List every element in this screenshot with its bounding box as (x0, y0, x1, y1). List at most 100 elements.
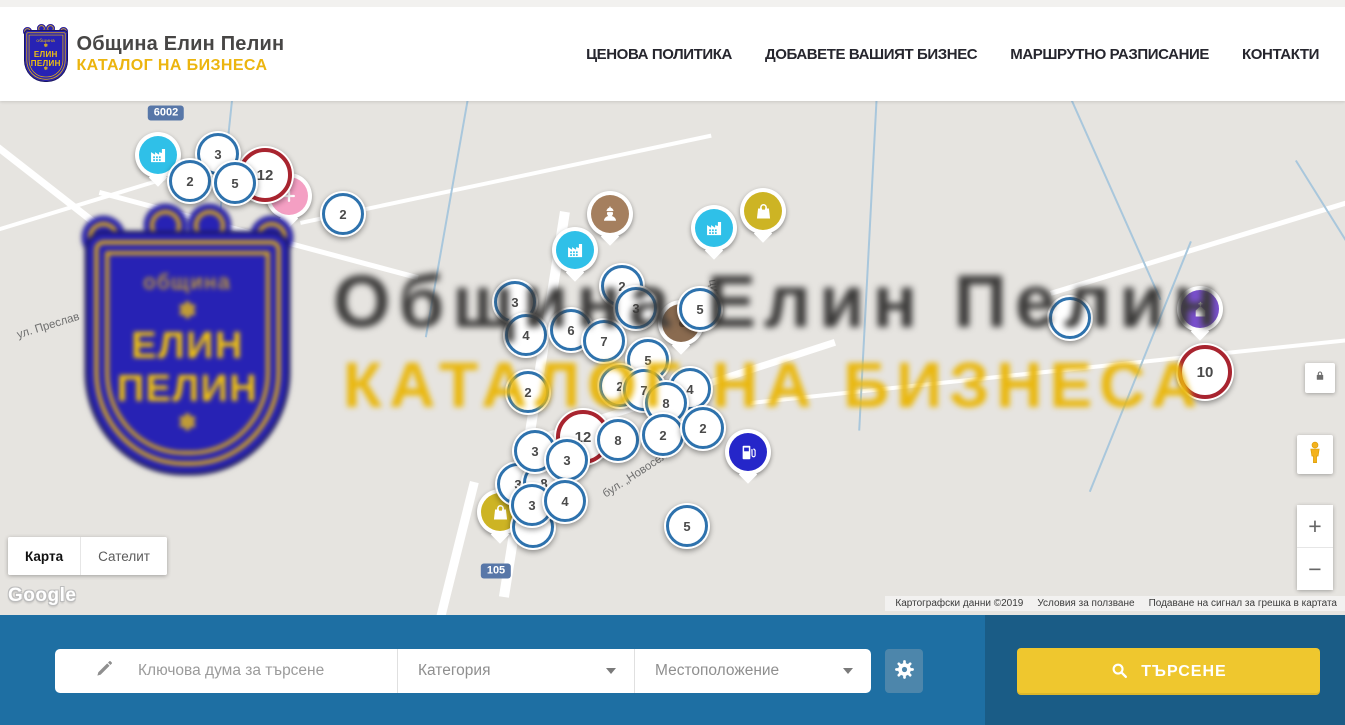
map-cluster-marker[interactable]: 2 (320, 191, 366, 237)
cluster-count: 2 (322, 193, 364, 235)
municipality-crest-logo: община ✽ ЕЛИН ПЕЛИН ✽ (24, 26, 68, 82)
pencil-icon (95, 659, 114, 683)
brand-logo[interactable]: община ✽ ЕЛИН ПЕЛИН ✽ Община Елин Пелин … (24, 26, 284, 82)
cluster-count: 4 (544, 480, 586, 522)
map-pin-fuel[interactable] (725, 429, 771, 475)
site-subtitle: КАТАЛОГ НА БИЗНЕСА (77, 57, 285, 75)
map-pin-shopping-bag[interactable] (740, 188, 786, 234)
pegman-icon (1303, 439, 1327, 471)
map-cluster-marker[interactable]: 3 (544, 437, 590, 483)
cluster-count: 5 (679, 288, 721, 330)
watermark-crest: община ✽ ЕЛИН ПЕЛИН ✽ (85, 213, 290, 475)
map-attribution: Картографски данни ©2019 Условия за полз… (885, 596, 1345, 611)
map-cluster-marker[interactable]: 4 (503, 312, 549, 358)
crest-ornament: ✽ (178, 300, 197, 323)
crest-body: община ✽ ЕЛИН ПЕЛИН ✽ (24, 30, 68, 82)
cluster-count: 4 (505, 314, 547, 356)
map-pin-factory[interactable] (552, 227, 598, 273)
map-cluster-marker[interactable]: 2 (167, 158, 213, 204)
map-data-copyright: Картографски данни ©2019 (895, 598, 1023, 609)
crest-org-label: община (143, 270, 231, 295)
map-type-satellite-button[interactable]: Сателит (80, 537, 167, 575)
lock-icon (1313, 369, 1327, 388)
cluster-count: 3 (546, 439, 588, 481)
road-number-sign: 6002 (148, 106, 184, 121)
zoom-in-button[interactable]: + (1297, 505, 1333, 548)
map-pin-factory[interactable] (691, 205, 737, 251)
report-map-error-link[interactable]: Подаване на сигнал за грешка в картата (1149, 598, 1337, 609)
map-cluster-marker[interactable]: 2 (640, 412, 686, 458)
map-pin-worker[interactable] (587, 191, 633, 237)
chevron-down-icon (843, 668, 853, 674)
search-button[interactable]: ТЪРСЕНЕ (1017, 648, 1320, 695)
zoom-control: + − (1297, 505, 1333, 590)
main-nav: ЦЕНОВА ПОЛИТИКА ДОБАВЕТЕ ВАШИЯТ БИЗНЕС МАР… (586, 46, 1319, 63)
map-stream (1062, 101, 1161, 300)
church-icon (1181, 290, 1219, 328)
cluster-count (1049, 297, 1091, 339)
map-cluster-marker[interactable]: 7 (581, 318, 627, 364)
nav-item-transport-schedule[interactable]: МАРШРУТНО РАЗПИСАНИЕ (1010, 46, 1209, 63)
cluster-count: 5 (214, 162, 256, 204)
watermark-title: Община Елин Пелин (333, 259, 1225, 344)
keyword-search-input[interactable] (136, 661, 397, 681)
map-cluster-marker[interactable]: 4 (542, 478, 588, 524)
nav-item-contacts[interactable]: КОНТАКТИ (1242, 46, 1319, 63)
keyword-field (55, 649, 398, 693)
cluster-count: 10 (1178, 345, 1232, 399)
cluster-count: 8 (597, 419, 639, 461)
map-lock-button[interactable] (1305, 363, 1335, 393)
cluster-count: 7 (583, 320, 625, 362)
google-logo: Google (8, 585, 76, 607)
cluster-count: 2 (169, 160, 211, 202)
cluster-count: 5 (666, 505, 708, 547)
category-select[interactable]: Категория (398, 649, 634, 693)
site-title: Община Елин Пелин (77, 33, 285, 56)
fuel-icon (729, 433, 767, 471)
location-select-label: Местоположение (655, 662, 779, 680)
map-cluster-marker[interactable]: 5 (212, 160, 258, 206)
crest-ornament: ✽ (44, 68, 48, 73)
cluster-count: 2 (507, 371, 549, 413)
map-road (0, 121, 151, 268)
map-cluster-marker[interactable]: 5 (677, 286, 723, 332)
cluster-count: 2 (642, 414, 684, 456)
location-select[interactable]: Местоположение (634, 649, 871, 693)
map-cluster-marker[interactable] (1047, 295, 1093, 341)
map-road (750, 337, 1345, 405)
map-cluster-marker[interactable]: 10 (1176, 343, 1234, 401)
crest-name-line2: ПЕЛИН (117, 368, 258, 410)
advanced-settings-button[interactable] (885, 649, 923, 693)
map-type-map-button[interactable]: Карта (8, 537, 80, 575)
factory-icon (695, 209, 733, 247)
street-view-pegman-button[interactable] (1297, 435, 1333, 474)
search-fields: Категория Местоположение (55, 649, 871, 693)
top-strip (0, 0, 1345, 7)
crest-ornament: ✽ (178, 412, 197, 435)
nav-item-add-business[interactable]: ДОБАВЕТЕ ВАШИЯТ БИЗНЕС (765, 46, 977, 63)
map-cluster-marker[interactable]: 8 (595, 417, 641, 463)
site-header: община ✽ ЕЛИН ПЕЛИН ✽ Община Елин Пелин … (0, 7, 1345, 101)
crest-body: община ✽ ЕЛИН ПЕЛИН ✽ (85, 231, 290, 475)
map-cluster-marker[interactable]: 2 (680, 405, 726, 451)
worker-icon (591, 195, 629, 233)
nav-item-pricing[interactable]: ЦЕНОВА ПОЛИТИКА (586, 46, 732, 63)
crest-name-line1: ЕЛИН (131, 325, 244, 367)
map-road (1050, 200, 1345, 295)
map-cluster-marker[interactable]: 5 (664, 503, 710, 549)
page: община ✽ ЕЛИН ПЕЛИН ✽ Община Елин Пелин … (0, 0, 1345, 725)
zoom-out-button[interactable]: − (1297, 548, 1333, 590)
gear-icon (893, 658, 916, 684)
search-button-label: ТЪРСЕНЕ (1141, 663, 1226, 681)
terms-of-use-link[interactable]: Условия за ползване (1037, 598, 1134, 609)
brand-text: Община Елин Пелин КАТАЛОГ НА БИЗНЕСА (77, 33, 285, 75)
search-icon (1110, 661, 1129, 683)
category-select-label: Категория (418, 662, 490, 680)
map-pin-church[interactable] (1177, 286, 1223, 332)
factory-icon (556, 231, 594, 269)
cluster-count: 2 (682, 407, 724, 449)
map-cluster-marker[interactable]: 2 (505, 369, 551, 415)
map-canvas[interactable]: ул. Преславбул. „Новоселции 6002105 12 3… (0, 101, 1345, 615)
map-stream (425, 101, 472, 337)
shopping-bag-icon (744, 192, 782, 230)
